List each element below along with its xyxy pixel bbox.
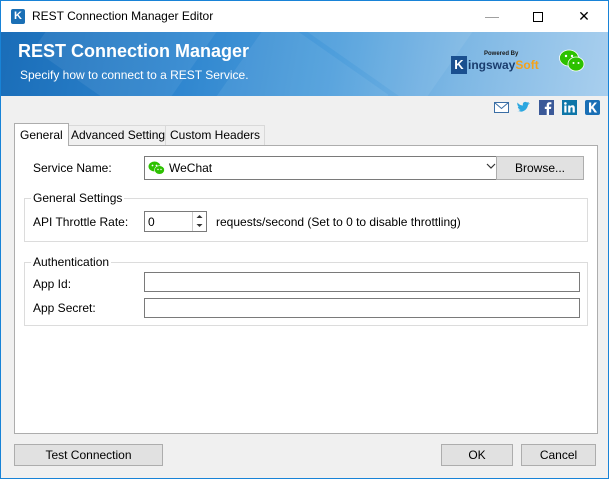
logo-wordmark-a: ingsway [468, 58, 516, 72]
cancel-button[interactable]: Cancel [521, 444, 596, 466]
mail-icon[interactable] [494, 100, 509, 115]
kingswaysoft-icon[interactable] [585, 100, 600, 115]
app-id-input[interactable] [144, 272, 580, 292]
logo-wordmark-b: Soft [515, 58, 539, 72]
logo-powered-by: Powered By [484, 51, 519, 57]
stepper-buttons [192, 212, 206, 231]
general-tab-panel: Service Name: WeChat Browse... General S… [14, 145, 598, 434]
ok-button[interactable]: OK [441, 444, 513, 466]
service-name-label: Service Name: [33, 161, 112, 175]
throttle-rate-stepper[interactable]: 0 [144, 211, 207, 232]
banner-title: REST Connection Manager [18, 41, 250, 61]
service-name-value: WeChat [169, 161, 213, 175]
tab-custom-headers[interactable]: Custom Headers [165, 125, 266, 145]
authentication-title: Authentication [31, 255, 112, 269]
service-name-dropdown[interactable]: WeChat [144, 156, 502, 180]
title-bar[interactable]: K REST Connection Manager Editor — ✕ [1, 1, 608, 32]
throttle-rate-hint: requests/second (Set to 0 to disable thr… [216, 215, 461, 229]
banner-subtitle: Specify how to connect to a REST Service… [20, 68, 249, 82]
window-title: REST Connection Manager Editor [32, 9, 214, 23]
facebook-icon[interactable] [539, 100, 554, 115]
kingswaysoft-logo: Powered By K ingswaySoft [451, 50, 546, 78]
twitter-icon[interactable] [516, 100, 531, 115]
maximize-icon [533, 12, 543, 23]
app-id-label: App Id: [33, 277, 72, 291]
maximize-button[interactable] [515, 1, 561, 32]
wechat-icon [148, 161, 165, 175]
tab-advanced-settings[interactable]: Advanced Settings [66, 125, 177, 145]
stepper-down-icon[interactable] [193, 221, 206, 230]
general-settings-title: General Settings [31, 191, 125, 205]
linkedin-icon[interactable] [562, 100, 577, 115]
stepper-up-icon[interactable] [193, 212, 206, 221]
wechat-logo-icon [559, 49, 585, 72]
app-secret-input[interactable] [144, 298, 580, 318]
logo-wordmark: ingswaySoft [468, 58, 539, 72]
logo-k-mark: K [451, 56, 467, 74]
minimize-button[interactable]: — [469, 1, 515, 32]
throttle-rate-value: 0 [148, 215, 155, 229]
browse-button[interactable]: Browse... [496, 156, 584, 180]
header-banner: REST Connection Manager Specify how to c… [1, 32, 608, 96]
editor-window: K REST Connection Manager Editor — ✕ RES… [0, 0, 609, 479]
kingswaysoft-app-icon: K [11, 9, 25, 24]
test-connection-button[interactable]: Test Connection [14, 444, 163, 466]
social-links-bar [1, 96, 608, 121]
tab-general[interactable]: General [14, 123, 69, 146]
close-button[interactable]: ✕ [561, 1, 607, 32]
chevron-down-icon [486, 163, 496, 169]
app-secret-label: App Secret: [33, 301, 96, 315]
throttle-rate-label: API Throttle Rate: [33, 215, 129, 229]
